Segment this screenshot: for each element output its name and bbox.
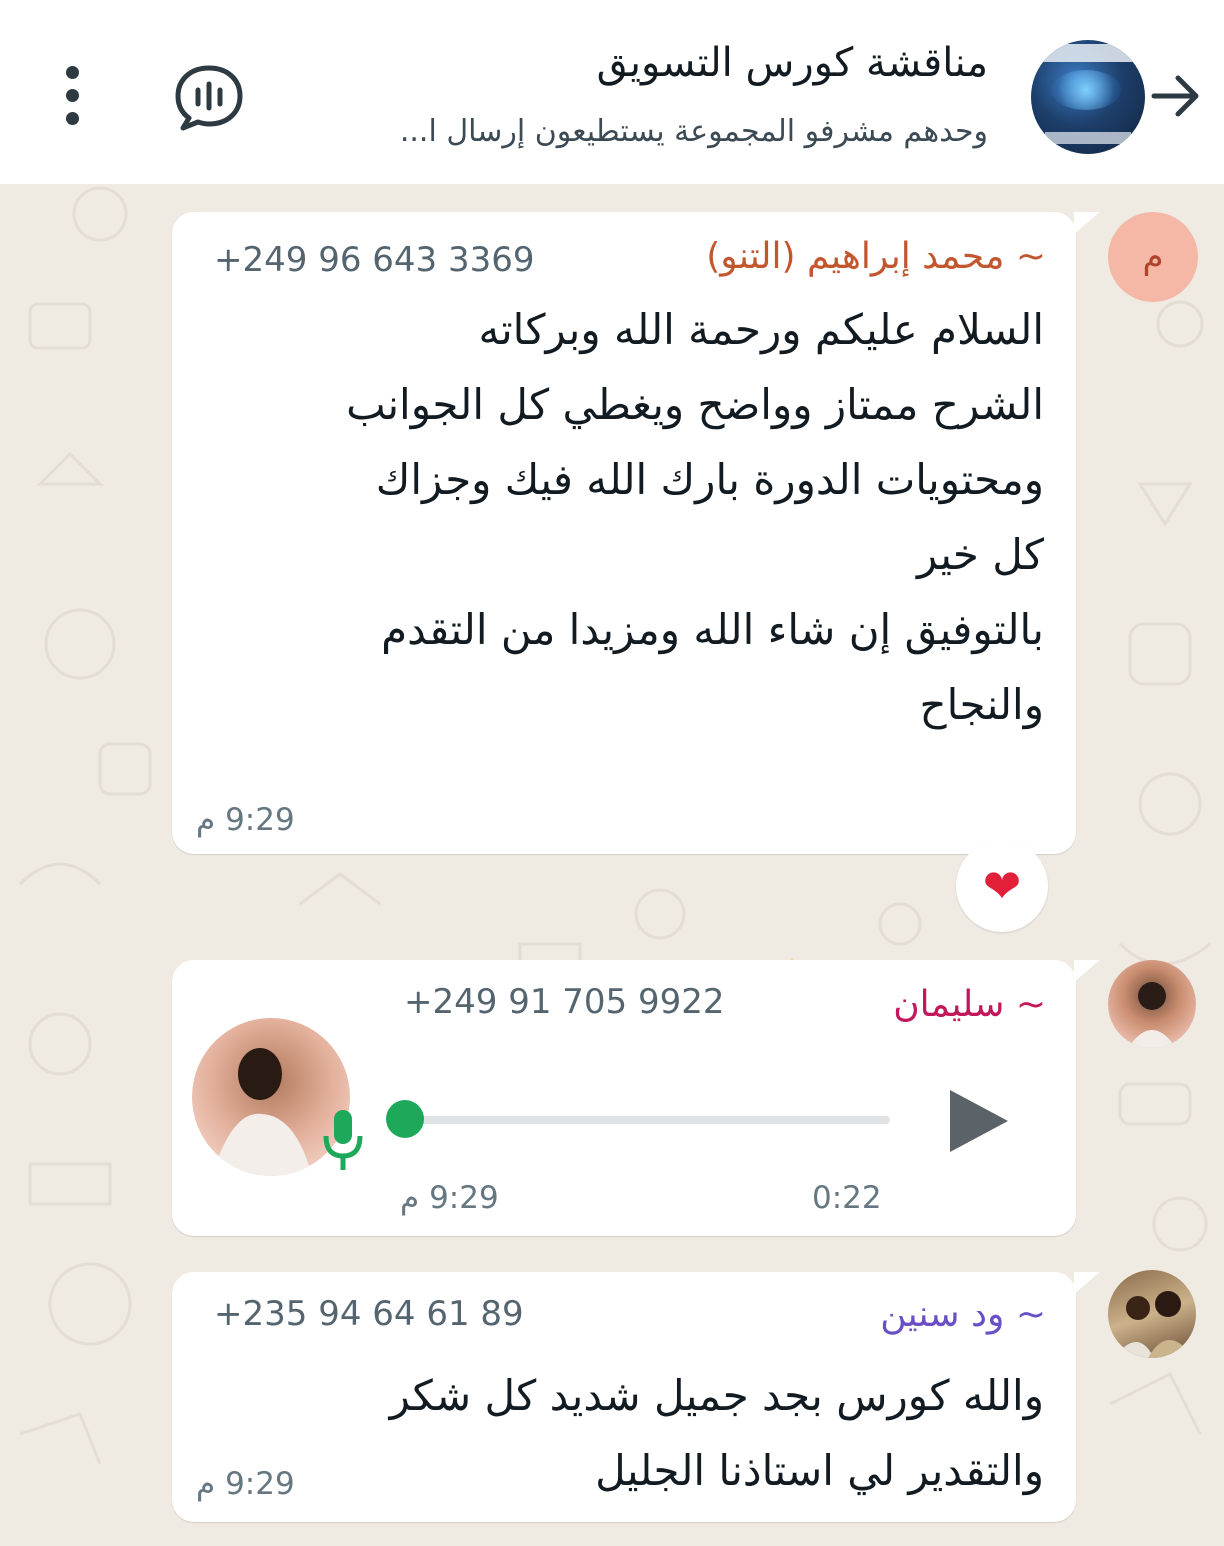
arrow-right-icon[interactable] [1146,66,1206,126]
group-subtitle[interactable]: وحدهم مشرفو المجموعة يستطيعون إرسال ا... [288,114,988,149]
sender-avatar[interactable] [1108,960,1196,1048]
voice-progress-track[interactable] [404,1116,890,1124]
message-bubble[interactable]: ~ محمد إبراهيم (التنو) +249 96 643 3369 … [172,212,1076,1030]
more-vertical-icon[interactable] [58,66,86,126]
message-time: 9:29 م [400,1180,499,1216]
bubble-tail [1074,1272,1100,1294]
sender-name[interactable]: ~ ود سنين [880,1294,1046,1335]
group-avatar[interactable] [1031,40,1145,154]
sender-phone: +249 91 705 9922 [404,982,725,1022]
message-text: السلام عليكم ورحمة الله وبركاته الشرح مم… [346,305,1044,729]
voice-chat-icon[interactable] [172,62,246,132]
sender-avatar[interactable]: م [1108,212,1198,302]
message-time: 9:29 م [196,802,295,838]
group-title[interactable]: مناقشة كورس التسويق [288,40,988,86]
voice-message-bubble[interactable]: ~ سليمان +249 91 705 9922 9:29 م 0:22 [172,960,1076,1236]
message-bubble[interactable]: ~ ود سنين +235 94 64 61 89 والله كورس بج… [172,1272,1076,1522]
message-text: والله كورس بجد جميل شديد كل شكر والتقدير… [389,1371,1044,1495]
mic-icon [323,1110,363,1170]
chat-header: مناقشة كورس التسويق وحدهم مشرفو المجموعة… [0,0,1224,184]
voice-progress-handle[interactable] [386,1100,424,1138]
sender-name[interactable]: ~ محمد إبراهيم (التنو) [706,236,1046,277]
sender-phone: +249 96 643 3369 [214,240,535,280]
play-icon[interactable] [944,1086,1012,1156]
sender-name[interactable]: ~ سليمان [893,984,1046,1025]
voice-duration: 0:22 [812,1180,882,1216]
bubble-tail [1074,212,1100,234]
sender-avatar[interactable] [1108,1270,1196,1358]
bubble-tail [1074,960,1100,982]
sender-phone: +235 94 64 61 89 [214,1294,524,1334]
message-time: 9:29 م [196,1466,295,1502]
reaction-badge[interactable]: ❤ [956,840,1048,932]
